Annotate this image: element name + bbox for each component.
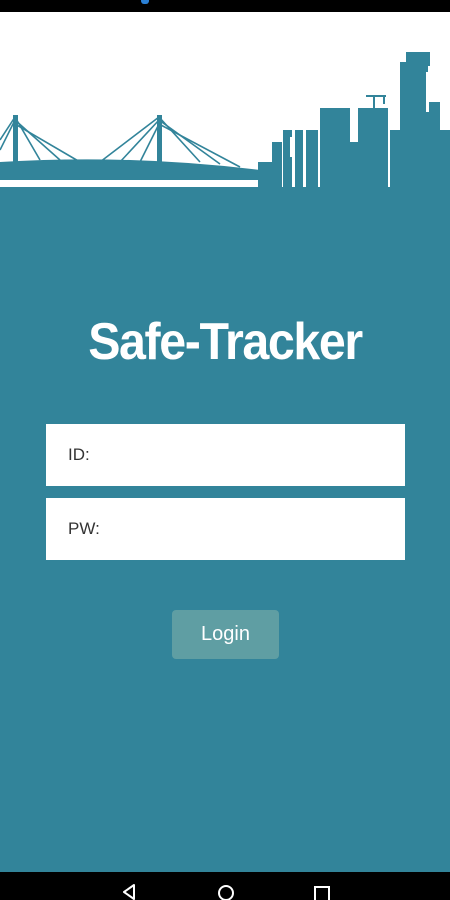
system-navigation-bar (0, 872, 450, 900)
status-bar (0, 0, 450, 12)
status-indicator-icon (141, 0, 149, 4)
id-field-label: ID: (68, 445, 90, 464)
login-button[interactable]: Login (172, 610, 279, 659)
id-field[interactable]: ID: (46, 424, 405, 486)
password-field-label: PW: (68, 519, 100, 538)
home-icon[interactable] (216, 884, 236, 900)
phone-screen: Safe-Tracker ID: PW: Login (0, 0, 450, 900)
app-title: Safe-Tracker (88, 313, 363, 371)
recent-apps-icon[interactable] (312, 884, 332, 900)
city-skyline-illustration (0, 52, 450, 192)
password-input[interactable] (105, 508, 405, 550)
password-field[interactable]: PW: (46, 498, 405, 560)
login-screen: Safe-Tracker ID: PW: Login (0, 12, 450, 872)
back-icon[interactable] (120, 884, 140, 900)
id-input[interactable] (95, 434, 405, 476)
